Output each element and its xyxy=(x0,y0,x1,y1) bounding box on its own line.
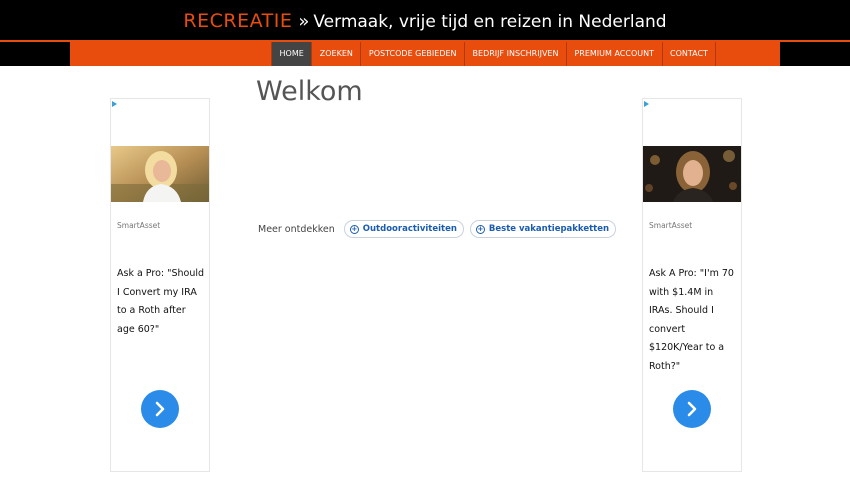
chip-label: Beste vakantiepakketten xyxy=(488,224,610,234)
nav-bar: HOME ZOEKEN POSTCODE GEBIEDEN BEDRIJF IN… xyxy=(70,42,780,66)
nav-item-zoeken[interactable]: ZOEKEN xyxy=(312,42,362,66)
ad-source[interactable]: SmartAsset xyxy=(117,221,160,230)
nav-items: HOME ZOEKEN POSTCODE GEBIEDEN BEDRIJF IN… xyxy=(271,42,717,66)
discover-more-bar: Meer ontdekken + Outdooractiviteiten + B… xyxy=(258,220,622,238)
chevron-right-icon xyxy=(155,401,165,417)
ad-next-button[interactable] xyxy=(673,390,711,428)
discover-label: Meer ontdekken xyxy=(258,223,335,235)
ad-source[interactable]: SmartAsset xyxy=(649,221,692,230)
ad-headline[interactable]: Ask A Pro: "I'm 70 with $1.4M in IRAs. S… xyxy=(649,265,737,376)
site-header: RECREATIE » Vermaak, vrije tijd en reizen … xyxy=(0,0,850,42)
nav-item-premium-account[interactable]: PREMIUM ACCOUNT xyxy=(567,42,663,66)
chevron-right-icon xyxy=(687,401,697,417)
nav-item-contact[interactable]: CONTACT xyxy=(663,42,717,66)
ad-image[interactable] xyxy=(643,146,741,202)
ad-left[interactable]: SmartAsset Ask a Pro: "Should I Convert … xyxy=(110,98,210,472)
main-navigation: HOME ZOEKEN POSTCODE GEBIEDEN BEDRIJF IN… xyxy=(0,42,850,66)
ad-image[interactable] xyxy=(111,146,209,202)
adchoices-icon[interactable] xyxy=(644,101,649,107)
plus-circle-icon: + xyxy=(475,224,485,234)
ad-headline[interactable]: Ask a Pro: "Should I Convert my IRA to a… xyxy=(117,265,205,339)
adchoices-icon[interactable] xyxy=(112,101,117,107)
ad-right[interactable]: SmartAsset Ask A Pro: "I'm 70 with $1.4M… xyxy=(642,98,742,472)
chip-beste-vakantiepakketten[interactable]: + Beste vakantiepakketten xyxy=(469,220,617,238)
nav-item-home[interactable]: HOME xyxy=(272,42,313,66)
site-brand[interactable]: RECREATIE xyxy=(183,10,292,32)
ad-next-button[interactable] xyxy=(141,390,179,428)
nav-item-bedrijf-inschrijven[interactable]: BEDRIJF INSCHRIJVEN xyxy=(465,42,567,66)
nav-item-postcode-gebieden[interactable]: POSTCODE GEBIEDEN xyxy=(361,42,466,66)
plus-circle-icon: + xyxy=(349,224,359,234)
page-title: Welkom xyxy=(256,76,363,107)
header-separator: » xyxy=(298,11,310,32)
chip-outdooractiviteiten[interactable]: + Outdooractiviteiten xyxy=(343,220,464,238)
chip-label: Outdooractiviteiten xyxy=(362,224,457,234)
site-tagline: Vermaak, vrije tijd en reizen in Nederla… xyxy=(313,12,667,32)
